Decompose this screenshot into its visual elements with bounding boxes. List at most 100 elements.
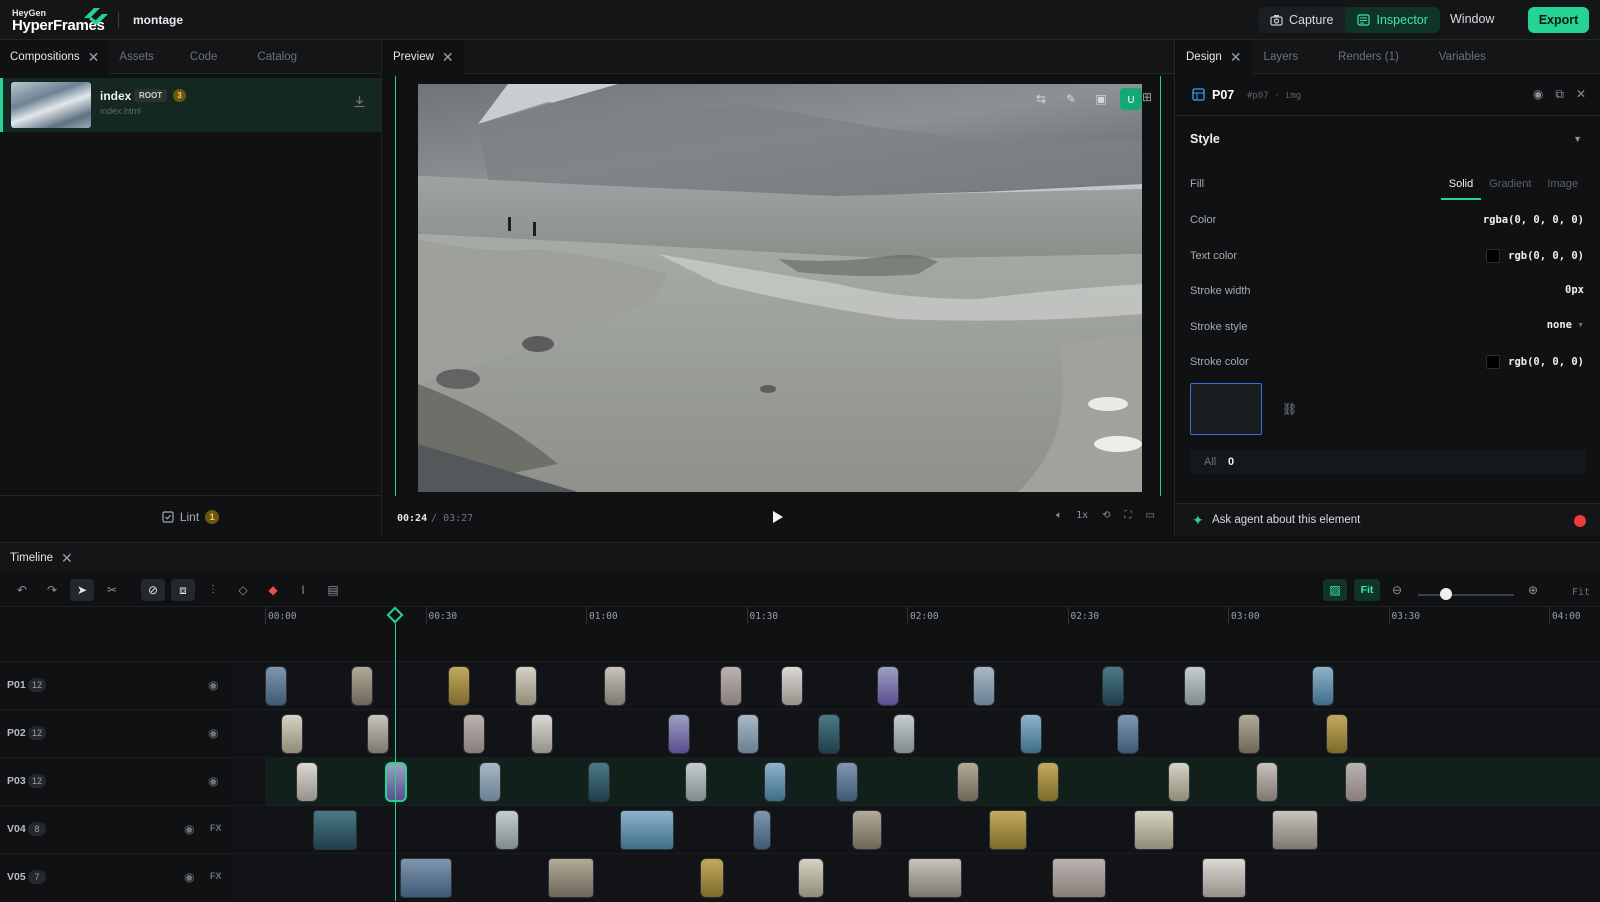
color-swatch[interactable] (1486, 249, 1501, 263)
record-icon[interactable] (1574, 515, 1586, 527)
replace-icon[interactable]: ⇆ (1030, 88, 1052, 110)
fill-mode-gradient[interactable]: Gradient (1481, 176, 1539, 200)
fullscreen-icon[interactable]: ⛶ (1125, 510, 1132, 521)
timeline-clip[interactable] (385, 762, 407, 802)
timeline-clip[interactable] (620, 810, 674, 850)
timeline-clip[interactable] (852, 810, 882, 850)
close-icon[interactable]: ✕ (442, 49, 454, 66)
fill-mode-image[interactable]: Image (1539, 176, 1586, 200)
timeline-clip[interactable] (957, 762, 979, 802)
radius-all-row[interactable]: All 0 (1190, 450, 1586, 474)
playhead-line[interactable] (395, 607, 396, 901)
fit-text[interactable]: Fit (1572, 587, 1590, 598)
timeline-clip[interactable] (720, 666, 742, 706)
timeline-clip[interactable] (668, 714, 690, 754)
clipboard-icon[interactable]: ▤ (321, 579, 345, 601)
timeline-clip[interactable] (515, 666, 537, 706)
timeline-clip[interactable] (973, 666, 995, 706)
caption-icon[interactable]: ▭ (1146, 510, 1155, 521)
eye-icon[interactable]: ◉ (208, 726, 218, 740)
track-lane[interactable] (234, 710, 1600, 758)
preview-image[interactable] (418, 84, 1142, 492)
tab-preview[interactable]: Preview ✕ (383, 40, 464, 74)
shapes-icon[interactable]: ⧈ (171, 579, 195, 601)
corner-radius-preview[interactable] (1190, 383, 1262, 435)
close-icon[interactable]: ✕ (1576, 87, 1586, 102)
timeline-clip[interactable] (296, 762, 318, 802)
color-value[interactable]: rgba(0, 0, 0, 0) (1483, 214, 1584, 226)
timeline-clip[interactable] (818, 714, 840, 754)
stroke-width-value[interactable]: 0px (1565, 284, 1584, 296)
tab-compositions[interactable]: Compositions ✕ (0, 40, 110, 74)
tab-assets[interactable]: Assets (109, 40, 164, 74)
time-ruler[interactable]: 00:00 00:30 01:00 01:30 02:00 02:30 03:00 03:30… (0, 607, 1600, 627)
text-cursor-icon[interactable]: I (291, 579, 315, 601)
composition-item-index[interactable]: index ROOT 3 index.html (0, 78, 381, 132)
fill-mode-solid[interactable]: Solid (1440, 176, 1482, 200)
timeline-clip[interactable] (1202, 858, 1246, 898)
loop-icon[interactable]: ⟲ (1102, 510, 1110, 521)
timeline-clip[interactable] (281, 714, 303, 754)
timeline-clip[interactable] (1184, 666, 1206, 706)
timeline-clip[interactable] (495, 810, 519, 850)
timeline-clip[interactable] (265, 666, 287, 706)
download-icon[interactable] (353, 95, 366, 108)
track-fx-toggle[interactable]: FX (210, 871, 222, 881)
lint-button[interactable]: Lint 1 (0, 495, 381, 537)
thumbnail-toggle-icon[interactable]: ▨ (1323, 579, 1347, 601)
track-fx-toggle[interactable]: FX (210, 823, 222, 833)
zoom-in-icon[interactable]: ⊕ (1521, 579, 1545, 601)
scissors-icon[interactable]: ✂ (100, 579, 124, 601)
capture-button[interactable]: Capture (1258, 7, 1345, 33)
link-icon[interactable]: ⛓ (1282, 402, 1297, 416)
crop-icon[interactable]: ▣ (1090, 88, 1112, 110)
eye-icon[interactable]: ◉ (184, 822, 194, 836)
select-tool-icon[interactable]: ➤ (70, 579, 94, 601)
eye-icon[interactable]: ◉ (208, 678, 218, 692)
volume-icon[interactable]: 🔈︎ (1056, 510, 1062, 521)
timeline-clip[interactable] (1037, 762, 1059, 802)
timeline-clip[interactable] (1102, 666, 1124, 706)
timeline-clip[interactable] (685, 762, 707, 802)
close-icon[interactable]: ✕ (1230, 49, 1242, 66)
tab-timeline[interactable]: Timeline ✕ (0, 543, 1600, 573)
timeline-clip[interactable] (548, 858, 594, 898)
color-swatch[interactable] (1486, 355, 1501, 369)
timeline-clip[interactable] (1345, 762, 1367, 802)
window-menu-button[interactable]: Window (1450, 12, 1494, 26)
track-lane[interactable] (234, 662, 1600, 710)
timeline-clip[interactable] (781, 666, 803, 706)
timeline-clip[interactable] (1238, 714, 1260, 754)
text-color-value[interactable]: rgb(0, 0, 0) (1486, 249, 1584, 263)
timeline-clip[interactable] (1117, 714, 1139, 754)
eye-icon[interactable]: ◉ (1533, 87, 1543, 102)
timeline-clip[interactable] (367, 714, 389, 754)
eyedropper-icon[interactable]: ✎ (1060, 88, 1082, 110)
timeline-clip[interactable] (798, 858, 824, 898)
style-section-title[interactable]: Style (1190, 132, 1220, 146)
redo-icon[interactable]: ↷ (40, 579, 64, 601)
zoom-slider[interactable] (1418, 594, 1514, 596)
keyframe-icon[interactable]: ◇ (231, 579, 255, 601)
timeline-clip[interactable] (448, 666, 470, 706)
levels-icon[interactable]: ⫶ (201, 579, 225, 601)
grid-icon[interactable]: ⊞ (1142, 90, 1152, 104)
radius-all-value[interactable]: 0 (1228, 456, 1234, 468)
timeline-clip[interactable] (1312, 666, 1334, 706)
timeline-clip[interactable] (1326, 714, 1348, 754)
timeline-clip[interactable] (604, 666, 626, 706)
timeline-clip[interactable] (588, 762, 610, 802)
timeline-clip[interactable] (1272, 810, 1318, 850)
tab-design[interactable]: Design ✕ (1176, 40, 1252, 74)
copy-icon[interactable]: ⧉ (1555, 87, 1564, 102)
export-button[interactable]: Export (1528, 7, 1589, 33)
ask-agent-bar[interactable]: ✦ Ask agent about this element (1176, 503, 1600, 537)
timeline-clip[interactable] (893, 714, 915, 754)
close-icon[interactable]: ✕ (61, 550, 73, 567)
timeline-clip[interactable] (908, 858, 962, 898)
chevron-down-icon[interactable]: ▼ (1577, 322, 1584, 329)
inspector-button[interactable]: Inspector (1345, 7, 1440, 33)
chevron-down-icon[interactable]: ▼ (1573, 134, 1582, 144)
tab-renders[interactable]: Renders (1) (1308, 40, 1409, 74)
tab-code[interactable]: Code (164, 40, 228, 74)
